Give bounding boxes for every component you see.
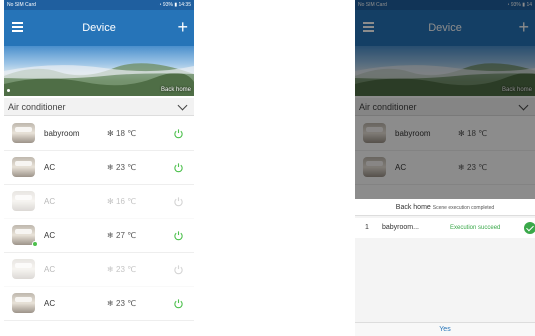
device-row[interactable]: AC ❄ 23 ℃: [4, 151, 194, 185]
air-conditioner-icon: [12, 123, 35, 143]
device-list-screen: No SIM Card ◔ 93% ▮ 14:35 Device + Back …: [4, 0, 194, 336]
dialog-scene-name: Back home: [395, 204, 431, 211]
pager-dot: [7, 89, 10, 92]
device-name: AC: [44, 163, 56, 172]
status-bar: No SIM Card ◔ 93% ▮ 14:35: [4, 0, 194, 10]
fan-icon: ✻: [107, 197, 114, 206]
device-name: babyroom: [44, 129, 80, 138]
clock: 14:35: [178, 2, 191, 8]
snowflake-icon: ❄: [107, 299, 114, 308]
air-conditioner-icon: [12, 293, 35, 313]
chevron-down-icon[interactable]: [177, 100, 188, 111]
device-row[interactable]: AC ❄ 23 ℃: [4, 287, 194, 321]
power-icon[interactable]: [173, 128, 184, 139]
device-temperature: 23 ℃: [116, 163, 137, 172]
power-icon[interactable]: [173, 196, 184, 207]
device-name: AC: [44, 231, 56, 240]
device-temperature: 18 ℃: [116, 129, 137, 138]
page-title: Device: [82, 22, 116, 34]
carrier-label: No SIM Card: [7, 2, 36, 8]
power-icon[interactable]: [173, 298, 184, 309]
scene-name: Back home: [160, 87, 191, 93]
air-conditioner-icon: [12, 157, 35, 177]
fan-icon: ✻: [107, 129, 114, 138]
power-icon[interactable]: [173, 230, 184, 241]
device-temperature: 27 ℃: [116, 231, 137, 240]
online-indicator: [32, 241, 38, 247]
power-icon[interactable]: [173, 264, 184, 275]
app-header: Device +: [4, 10, 194, 46]
air-conditioner-icon: [12, 191, 35, 211]
battery-icon: ▮: [174, 2, 178, 8]
dialog-message: Scene execution completed: [432, 205, 495, 211]
device-temperature: 23 ℃: [116, 299, 137, 308]
plus-icon[interactable]: +: [177, 10, 188, 44]
scene-banner[interactable]: Back home: [4, 46, 194, 96]
status-right: ◔ 93% ▮ 14:35: [159, 0, 192, 10]
wifi-icon: ◔: [158, 2, 162, 8]
result-index: 1: [365, 224, 369, 231]
category-header[interactable]: Air conditioner: [4, 98, 194, 116]
device-row[interactable]: AC ❄ 23 ℃: [4, 253, 194, 287]
power-icon[interactable]: [173, 162, 184, 173]
snowflake-icon: ❄: [107, 163, 114, 172]
snowflake-icon: ❄: [107, 265, 114, 274]
category-label: Air conditioner: [8, 102, 66, 112]
snowflake-icon: ❄: [107, 231, 114, 240]
result-device: babyroom...: [382, 224, 419, 231]
scene-result-dialog: Back home Scene execution completed 1 ba…: [355, 199, 535, 336]
device-row[interactable]: AC ❄ 27 ℃: [4, 219, 194, 253]
device-row[interactable]: AC ✻ 16 ℃: [4, 185, 194, 219]
device-name: AC: [44, 197, 56, 206]
dialog-title: Back home Scene execution completed: [355, 199, 535, 216]
battery-percent: 93%: [162, 2, 173, 8]
result-status: Execution succeed: [450, 225, 501, 231]
device-temperature: 23 ℃: [116, 265, 137, 274]
device-row[interactable]: babyroom ✻ 18 ℃: [4, 117, 194, 151]
result-row: 1 babyroom... Execution succeed: [355, 218, 535, 238]
check-circle-icon: [524, 222, 535, 234]
yes-button[interactable]: Yes: [355, 322, 535, 336]
device-name: AC: [44, 265, 56, 274]
device-name: AC: [44, 299, 56, 308]
device-list: babyroom ✻ 18 ℃ AC ❄ 23 ℃ AC ✻ 16 ℃ AC ❄…: [4, 117, 194, 321]
scene-result-screen: No SIM Card ◔ 93% ▮ 14 Device + Back hom…: [355, 0, 535, 336]
device-temperature: 16 ℃: [116, 197, 137, 206]
air-conditioner-icon: [12, 259, 35, 279]
